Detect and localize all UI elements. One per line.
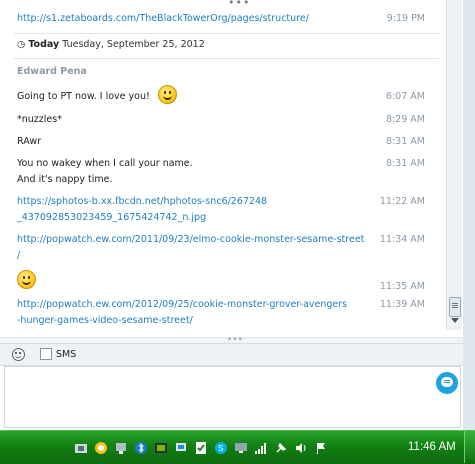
- skype-icon[interactable]: S: [212, 441, 229, 456]
- date-full: Tuesday, September 25, 2012: [62, 39, 205, 50]
- message-time: 8:31 AM: [385, 158, 425, 169]
- chat-window: ••• http://s1.zetaboards.com/TheBlackTow…: [0, 0, 464, 430]
- message-time: 11:34 AM: [379, 234, 425, 245]
- send-message-icon[interactable]: [436, 372, 458, 394]
- display-icon[interactable]: [232, 441, 249, 456]
- compose-toolbar: SMS: [0, 343, 463, 366]
- security-check-icon[interactable]: [192, 441, 209, 456]
- volume-icon[interactable]: [292, 441, 309, 456]
- svg-text:S: S: [218, 444, 223, 453]
- message-link[interactable]: _437092853023459_1675424742_n.jpg: [17, 212, 206, 223]
- separator: [14, 58, 439, 59]
- message-text: RAwr: [17, 136, 42, 147]
- smiley-icon: [17, 270, 36, 289]
- message-time: 11:22 AM: [379, 196, 425, 207]
- window-edge: [463, 0, 475, 430]
- network-icon[interactable]: [172, 441, 189, 456]
- message-text: Going to PT now. I love you!: [17, 91, 150, 102]
- message-time: 11:35 AM: [379, 281, 425, 292]
- scroll-down-icon[interactable]: [451, 318, 459, 323]
- date-header: ◷ Today Tuesday, September 25, 2012: [17, 39, 205, 50]
- pin-icon[interactable]: [272, 441, 289, 456]
- message-link[interactable]: /: [17, 250, 20, 261]
- show-desktop-button[interactable]: [464, 431, 475, 463]
- bluetooth-icon[interactable]: [132, 441, 149, 456]
- message-time: 11:39 AM: [379, 299, 425, 310]
- sync-center-icon[interactable]: [72, 441, 89, 456]
- message-time: 8:31 AM: [385, 136, 425, 147]
- sms-toggle[interactable]: SMS: [40, 348, 76, 360]
- message-text: You no wakey when I call your name.: [17, 158, 193, 169]
- clock-icon: ◷: [17, 39, 26, 50]
- message-link[interactable]: http://popwatch.ew.com/2012/09/25/cookie…: [17, 299, 347, 310]
- message-link[interactable]: http://popwatch.ew.com/2011/09/23/elmo-c…: [17, 234, 364, 245]
- chat-scrollbar[interactable]: [446, 0, 462, 330]
- system-tray: S: [72, 440, 329, 456]
- message-time: 9:19 PM: [386, 13, 425, 24]
- message-text: And it's nappy time.: [17, 174, 113, 185]
- chat-history: http://s1.zetaboards.com/TheBlackTowerOr…: [0, 0, 446, 338]
- smiley-icon: [158, 85, 177, 104]
- sender-name: Edward Pena: [17, 66, 87, 77]
- taskbar: S 11:46 AM: [0, 430, 475, 464]
- message-text: *nuzzles*: [17, 114, 62, 125]
- wifi-signal-icon[interactable]: [252, 441, 269, 456]
- messenger-icon[interactable]: [92, 441, 109, 456]
- separator: [14, 33, 439, 34]
- message-time: 8:29 AM: [385, 114, 425, 125]
- message-link[interactable]: -hunger-games-video-sesame-street/: [17, 315, 193, 326]
- emoticon-icon[interactable]: [12, 348, 25, 361]
- flag-icon[interactable]: [312, 441, 329, 456]
- message-input[interactable]: [4, 366, 461, 428]
- message-link[interactable]: http://s1.zetaboards.com/TheBlackTowerOr…: [17, 13, 309, 24]
- scrollbar-thumb[interactable]: [449, 297, 461, 317]
- sms-checkbox[interactable]: [40, 348, 52, 360]
- nvidia-icon[interactable]: [152, 441, 169, 456]
- message-link[interactable]: https://sphotos-b.xx.fbcdn.net/hphotos-s…: [17, 196, 267, 207]
- message-time: 6:07 AM: [385, 91, 425, 102]
- sms-label: SMS: [56, 348, 77, 360]
- date-day: Today: [28, 39, 60, 50]
- taskbar-clock[interactable]: 11:46 AM: [408, 441, 456, 453]
- network-drive-icon[interactable]: [112, 441, 129, 456]
